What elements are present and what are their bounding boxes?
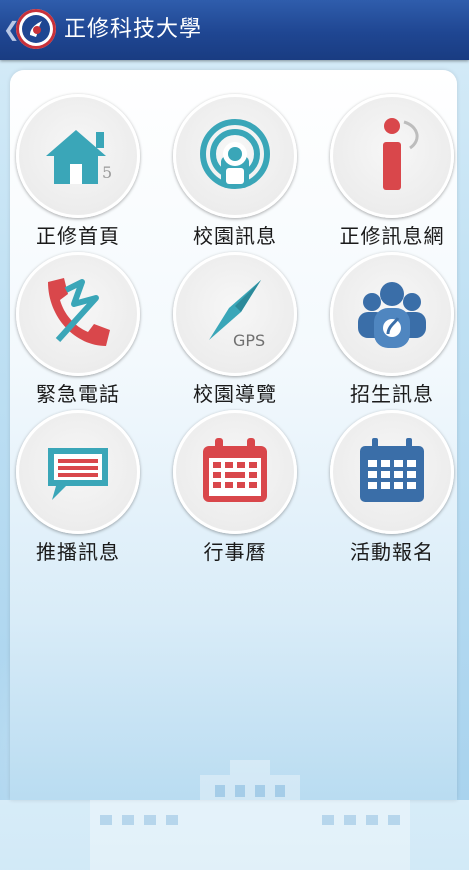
people-icon [358,282,426,348]
menu-item-info-net[interactable]: 正修訊息網 [322,94,462,254]
campus-building-illustration [90,760,410,870]
menu-item-event-registration[interactable]: 活動報名 [322,410,462,570]
menu-label: 行事曆 [203,540,267,564]
menu-label: 校園訊息 [193,224,277,248]
event-calendar-icon [360,438,424,502]
menu-label: 正修首頁 [36,224,120,248]
info-net-button[interactable] [330,94,454,218]
menu-label: 推播訊息 [36,540,120,564]
menu-item-home[interactable]: 5 正修首頁 [8,94,148,254]
menu-label: 活動報名 [350,540,434,564]
admissions-button[interactable] [330,252,454,376]
menu-item-push-messages[interactable]: 推播訊息 [8,410,148,570]
info-icon [383,118,419,190]
menu-label: 緊急電話 [36,382,120,406]
app-header: ❮ 正修科技大學 [0,0,469,60]
calendar-icon [203,438,267,502]
campus-news-button[interactable] [173,94,297,218]
menu-item-campus-news[interactable]: 校園訊息 [165,94,305,254]
menu-item-admissions[interactable]: 招生訊息 [322,252,462,412]
menu-item-calendar[interactable]: 行事曆 [165,410,305,570]
svg-text:5: 5 [102,163,112,182]
broadcast-icon [200,119,270,189]
push-messages-button[interactable] [16,410,140,534]
event-registration-button[interactable] [330,410,454,534]
chat-message-icon [48,448,108,500]
menu-label: 正修訊息網 [339,224,445,248]
page-title: 正修科技大學 [64,17,203,42]
campus-tour-button[interactable]: GPS [173,252,297,376]
gps-compass-icon: GPS [209,280,265,350]
svg-text:GPS: GPS [233,331,265,350]
menu-label: 校園導覽 [193,382,277,406]
calendar-button[interactable] [173,410,297,534]
home-icon: 5 [46,130,112,184]
menu-item-emergency-phone[interactable]: 緊急電話 [8,252,148,412]
emergency-phone-button[interactable] [16,252,140,376]
menu-item-campus-tour[interactable]: GPS 校園導覽 [165,252,305,412]
menu-label: 招生訊息 [350,382,434,406]
home-button[interactable]: 5 [16,94,140,218]
phone-icon [48,278,110,346]
university-logo-icon [16,9,56,49]
